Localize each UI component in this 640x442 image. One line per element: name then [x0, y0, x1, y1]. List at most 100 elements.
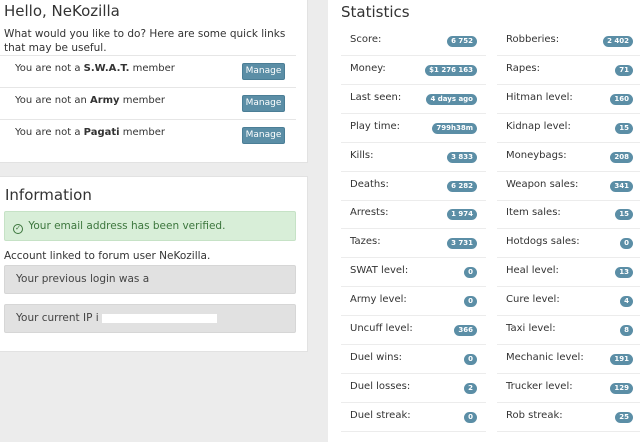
stat-label: Tazes:	[350, 236, 381, 248]
greeting-heading: Hello, NeKozilla	[4, 2, 120, 20]
stat-value-badge: $1 276 163	[425, 64, 477, 76]
stat-row: Score: 6 752	[341, 27, 486, 56]
stat-row: Duel losses: 2	[341, 374, 486, 403]
stat-value-badge: 0	[464, 353, 477, 365]
statistics-heading: Statistics	[341, 3, 410, 21]
stat-label: Rapes:	[506, 62, 540, 74]
stat-label: Heal level:	[506, 265, 559, 277]
stat-label: Arrests:	[350, 207, 389, 219]
stat-row: Army level: 0	[341, 287, 486, 317]
stat-value-badge: 0	[464, 267, 477, 279]
stat-row: SWAT level: 0	[341, 258, 486, 288]
manage-button[interactable]: Manage	[242, 95, 285, 112]
stat-value-badge: 799h38m	[432, 122, 477, 134]
membership-group: S.W.A.T.	[83, 63, 130, 74]
stat-row: Heal level: 13	[497, 258, 640, 288]
stat-row: Mechanic level: 191	[497, 345, 640, 374]
stat-value-badge: 4	[620, 296, 633, 308]
stat-value-badge: 1 974	[447, 209, 477, 221]
stat-row: Deaths: 6 282	[341, 172, 486, 201]
stat-row: Robberies: 2 402	[497, 27, 640, 56]
stat-row: Trucker level: 129	[497, 374, 640, 403]
membership-row: You are not an Army member Manage	[0, 87, 296, 119]
manage-button[interactable]: Manage	[242, 127, 285, 144]
welcome-panel: Hello, NeKozilla What would you like to …	[0, 0, 308, 163]
stat-row: Taxi level: 8	[497, 316, 640, 345]
membership-suffix: member	[119, 95, 166, 106]
stat-row: Item sales: 15	[497, 200, 640, 230]
stat-value-badge: 2 402	[603, 36, 633, 47]
membership-suffix: member	[119, 127, 166, 138]
stat-row: Kidnap level: 15	[497, 114, 640, 143]
previous-login-box: Your previous login was a	[4, 265, 296, 311]
stat-label: Weapon sales:	[506, 178, 579, 190]
stat-label: Last seen:	[350, 91, 402, 103]
stat-value-badge: 129	[610, 382, 633, 394]
membership-text: You are not an Army member	[15, 95, 165, 106]
stat-value-badge: 2	[464, 382, 477, 394]
stat-value-badge: 25	[615, 411, 633, 423]
stat-row: Cure level: 4	[497, 287, 640, 317]
membership-row: You are not a Pagati member Manage	[0, 119, 296, 151]
stat-label: Mechanic level:	[506, 351, 584, 363]
stat-row: Duel streak: 0	[341, 403, 486, 432]
membership-group: Pagati	[83, 127, 120, 138]
stat-label: Hitman level:	[506, 91, 573, 103]
membership-prefix: You are not an	[15, 95, 90, 106]
stat-value-badge: 6 752	[447, 36, 477, 47]
stat-value-badge: 208	[610, 151, 633, 163]
stat-value-badge: 15	[615, 122, 633, 134]
stat-row: Hotdogs sales: 0	[497, 229, 640, 259]
membership-suffix: member	[129, 63, 175, 74]
information-heading: Information	[5, 186, 92, 204]
intro-text: What would you like to do? Here are some…	[4, 28, 286, 54]
stat-value-badge: 366	[454, 325, 477, 336]
stat-value-badge: 71	[615, 64, 633, 76]
stat-row: Uncuff level: 366	[341, 316, 486, 345]
stat-value-badge: 191	[610, 353, 633, 365]
stat-row: Play time: 799h38m	[341, 114, 486, 143]
membership-group: Army	[89, 95, 120, 106]
membership-text: You are not a S.W.A.T. member	[15, 63, 175, 74]
stat-label: Duel losses:	[350, 380, 411, 392]
stat-label: Rob streak:	[506, 409, 563, 421]
stat-row: Arrests: 1 974	[341, 200, 486, 230]
stat-row: Money: $1 276 163	[341, 56, 486, 85]
stat-label: Item sales:	[506, 207, 561, 219]
stat-label: Money:	[350, 62, 386, 74]
stat-label: Hotdogs sales:	[506, 236, 580, 248]
stat-label: Taxi level:	[506, 323, 556, 334]
membership-prefix: You are not a	[15, 63, 84, 74]
information-panel: Information ✓ Your email address has bee…	[0, 176, 308, 352]
stat-value-badge: 0	[464, 411, 477, 423]
current-ip-box: Your current IP i	[4, 304, 296, 333]
stat-label: Army level:	[350, 294, 407, 306]
stat-value-badge: 6 282	[447, 180, 477, 192]
stat-value-badge: 3 731	[447, 238, 477, 250]
stat-label: Cure level:	[506, 294, 560, 306]
stat-row: Rapes: 71	[497, 56, 640, 85]
stat-value-badge: 0	[464, 296, 477, 308]
stat-value-badge: 8	[620, 325, 633, 336]
stat-row: Hitman level: 160	[497, 85, 640, 114]
stat-label: Play time:	[350, 120, 400, 132]
stat-row: Last seen: 4 days ago	[341, 85, 486, 114]
current-ip-text: Your current IP i	[16, 312, 99, 324]
stat-value-badge: 341	[610, 180, 633, 192]
stat-row: Kills: 3 833	[341, 143, 486, 172]
stat-label: Score:	[350, 34, 382, 45]
stat-value-badge: 13	[615, 267, 633, 279]
membership-prefix: You are not a	[15, 127, 84, 138]
statistics-panel: Statistics Score: 6 752 Money: $1 276 163 La…	[328, 0, 640, 442]
membership-row: You are not a S.W.A.T. member Manage	[0, 55, 296, 87]
stat-label: Moneybags:	[506, 149, 567, 161]
stat-row: Moneybags: 208	[497, 143, 640, 172]
manage-button[interactable]: Manage	[242, 63, 285, 80]
stat-value-badge: 0	[620, 238, 633, 250]
stat-label: Robberies:	[506, 34, 560, 45]
stat-label: Kills:	[350, 149, 374, 161]
email-verified-alert: ✓ Your email address has been verified.	[4, 211, 296, 241]
stat-value-badge: 4 days ago	[426, 93, 477, 105]
stat-label: Deaths:	[350, 178, 389, 190]
redacted-current-ip	[102, 313, 217, 323]
